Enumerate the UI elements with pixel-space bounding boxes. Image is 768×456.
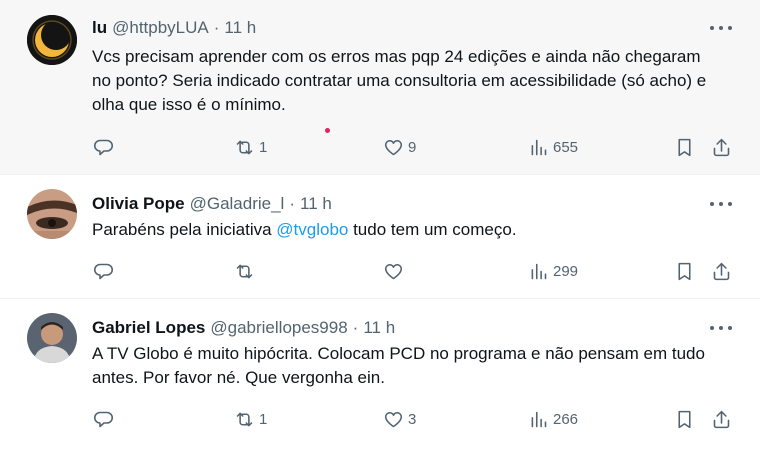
notification-dot (325, 128, 330, 133)
mention-link[interactable]: @tvglobo (276, 220, 348, 239)
action-bar: 299 (0, 259, 760, 283)
tweet-header: Gabriel Lopes @gabriellopes998 · 11 h (92, 318, 395, 338)
more-icon[interactable] (710, 200, 732, 208)
repost-count: 1 (259, 410, 268, 428)
like-icon (384, 411, 403, 427)
views-icon (531, 139, 547, 155)
views-icon (531, 263, 547, 279)
share-icon (713, 138, 730, 156)
author-handle[interactable]: @Galadrie_l (190, 194, 285, 214)
reply-icon (94, 411, 113, 427)
tweet-header: lu @httpbyLUA · 11 h (92, 18, 256, 38)
separator: · (213, 18, 220, 37)
tweet-text: Parabéns pela iniciativa @tvglobo tudo t… (92, 218, 722, 242)
separator: · (289, 194, 296, 213)
views-count: 299 (553, 262, 579, 280)
reply-button[interactable] (93, 407, 114, 431)
like-count: 9 (408, 138, 417, 156)
views-button[interactable]: 299 (528, 259, 578, 283)
like-icon (384, 263, 403, 279)
author-handle[interactable]: @httpbyLUA (112, 18, 209, 38)
like-button[interactable]: 3 (383, 407, 416, 431)
timestamp[interactable]: 11 h (300, 194, 332, 214)
repost-count: 1 (259, 138, 268, 156)
tweet-1[interactable]: lu @httpbyLUA · 11 h Vcs precisam aprend… (0, 0, 760, 175)
share-button[interactable] (711, 135, 732, 159)
share-button[interactable] (711, 407, 732, 431)
action-bar: 1 3 266 (0, 407, 760, 431)
like-count: 3 (408, 410, 417, 428)
bookmark-button[interactable] (674, 259, 695, 283)
share-icon (713, 410, 730, 428)
reply-icon (94, 139, 113, 155)
repost-button[interactable]: 1 (234, 135, 267, 159)
eye-avatar-image (27, 189, 77, 239)
tweet-text-part: tudo tem um começo. (348, 220, 517, 239)
tweet-2[interactable]: Olivia Pope @Galadrie_l · 11 h Parabéns … (0, 176, 760, 299)
timestamp[interactable]: 11 h (363, 318, 395, 338)
bookmark-icon (678, 410, 691, 428)
like-button[interactable]: 9 (383, 135, 416, 159)
reply-feed: lu @httpbyLUA · 11 h Vcs precisam aprend… (0, 0, 760, 456)
views-icon (531, 411, 547, 427)
like-button[interactable] (383, 259, 408, 283)
views-count: 266 (553, 410, 579, 428)
tweet-text: A TV Globo é muito hipócrita. Colocam PC… (92, 344, 705, 387)
reply-icon (94, 263, 113, 279)
reply-button[interactable] (93, 135, 114, 159)
share-button[interactable] (711, 259, 732, 283)
author-name[interactable]: Gabriel Lopes (92, 318, 205, 338)
share-icon (713, 262, 730, 280)
separator: · (352, 318, 359, 337)
moon-avatar-image (27, 15, 77, 65)
timestamp[interactable]: 11 h (224, 18, 256, 38)
more-icon[interactable] (710, 324, 732, 332)
action-bar: 1 9 655 (0, 135, 760, 159)
avatar[interactable] (27, 313, 77, 363)
views-button[interactable]: 266 (528, 407, 578, 431)
repost-icon (236, 264, 253, 278)
author-handle[interactable]: @gabriellopes998 (210, 318, 347, 338)
tweet-text: Vcs precisam aprender com os erros mas p… (92, 47, 707, 114)
bookmark-button[interactable] (674, 135, 695, 159)
tweet-text-part: Parabéns pela iniciativa (92, 220, 277, 239)
repost-icon (236, 412, 253, 426)
bookmark-button[interactable] (674, 407, 695, 431)
more-icon[interactable] (710, 24, 732, 32)
reply-button[interactable] (93, 259, 114, 283)
views-button[interactable]: 655 (528, 135, 578, 159)
views-count: 655 (553, 138, 579, 156)
bookmark-icon (678, 262, 691, 280)
avatar[interactable] (27, 189, 77, 239)
person-avatar-image (27, 313, 77, 363)
bookmark-icon (678, 138, 691, 156)
like-icon (384, 139, 403, 155)
repost-button[interactable] (234, 259, 259, 283)
tweet-3[interactable]: Gabriel Lopes @gabriellopes998 · 11 h A … (0, 300, 760, 456)
repost-icon (236, 140, 253, 154)
repost-button[interactable]: 1 (234, 407, 267, 431)
avatar[interactable] (27, 15, 77, 65)
author-name[interactable]: lu (92, 18, 107, 38)
tweet-header: Olivia Pope @Galadrie_l · 11 h (92, 194, 332, 214)
author-name[interactable]: Olivia Pope (92, 194, 185, 214)
